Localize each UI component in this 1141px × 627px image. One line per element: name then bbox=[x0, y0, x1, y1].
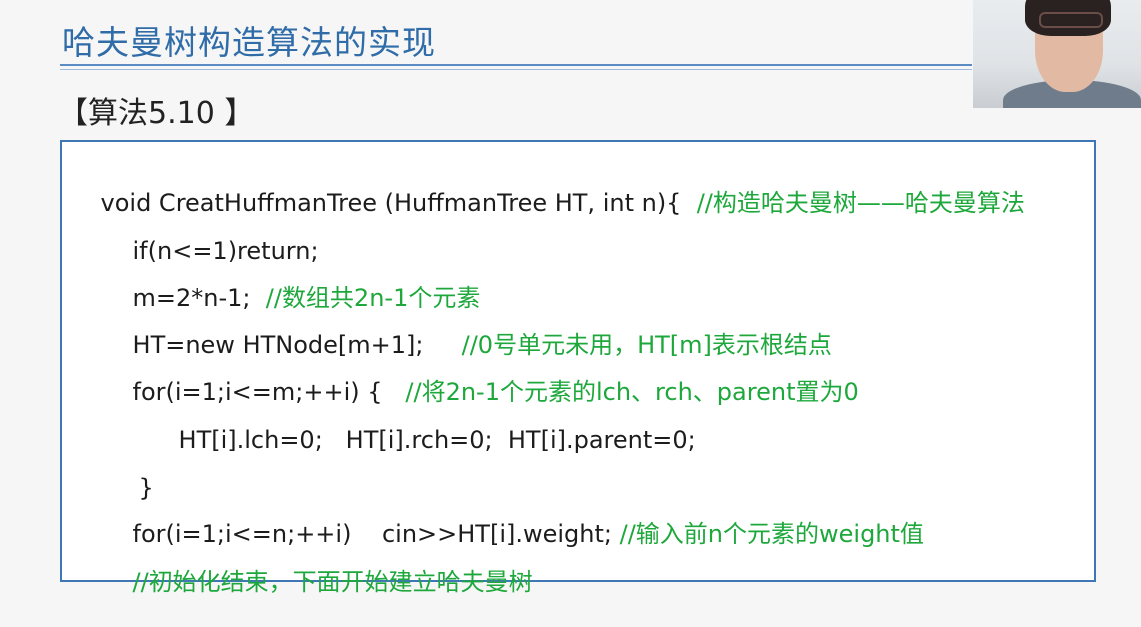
code-comment: //初始化结束，下面开始建立哈夫曼树 bbox=[132, 568, 533, 596]
presenter-glasses bbox=[1039, 12, 1103, 28]
code-line: //初始化结束，下面开始建立哈夫曼树 bbox=[102, 537, 533, 627]
title-divider bbox=[60, 64, 972, 66]
code-comment: //输入前n个元素的weight值 bbox=[619, 520, 924, 548]
code-text: HT[i].lch=0; HT[i].rch=0; HT[i].parent=0… bbox=[178, 426, 696, 454]
presenter-webcam bbox=[973, 0, 1141, 108]
algorithm-label: 【算法5.10 】 bbox=[58, 96, 255, 131]
code-comment: //构造哈夫曼树——哈夫曼算法 bbox=[696, 189, 1025, 217]
code-line: HT[i].lch=0; HT[i].rch=0; HT[i].parent=0… bbox=[148, 395, 696, 485]
slide-title: 哈夫曼树构造算法的实现 bbox=[62, 23, 436, 62]
title-divider-thin bbox=[60, 69, 972, 70]
code-box: void CreatHuffmanTree (HuffmanTree HT, i… bbox=[60, 140, 1096, 596]
